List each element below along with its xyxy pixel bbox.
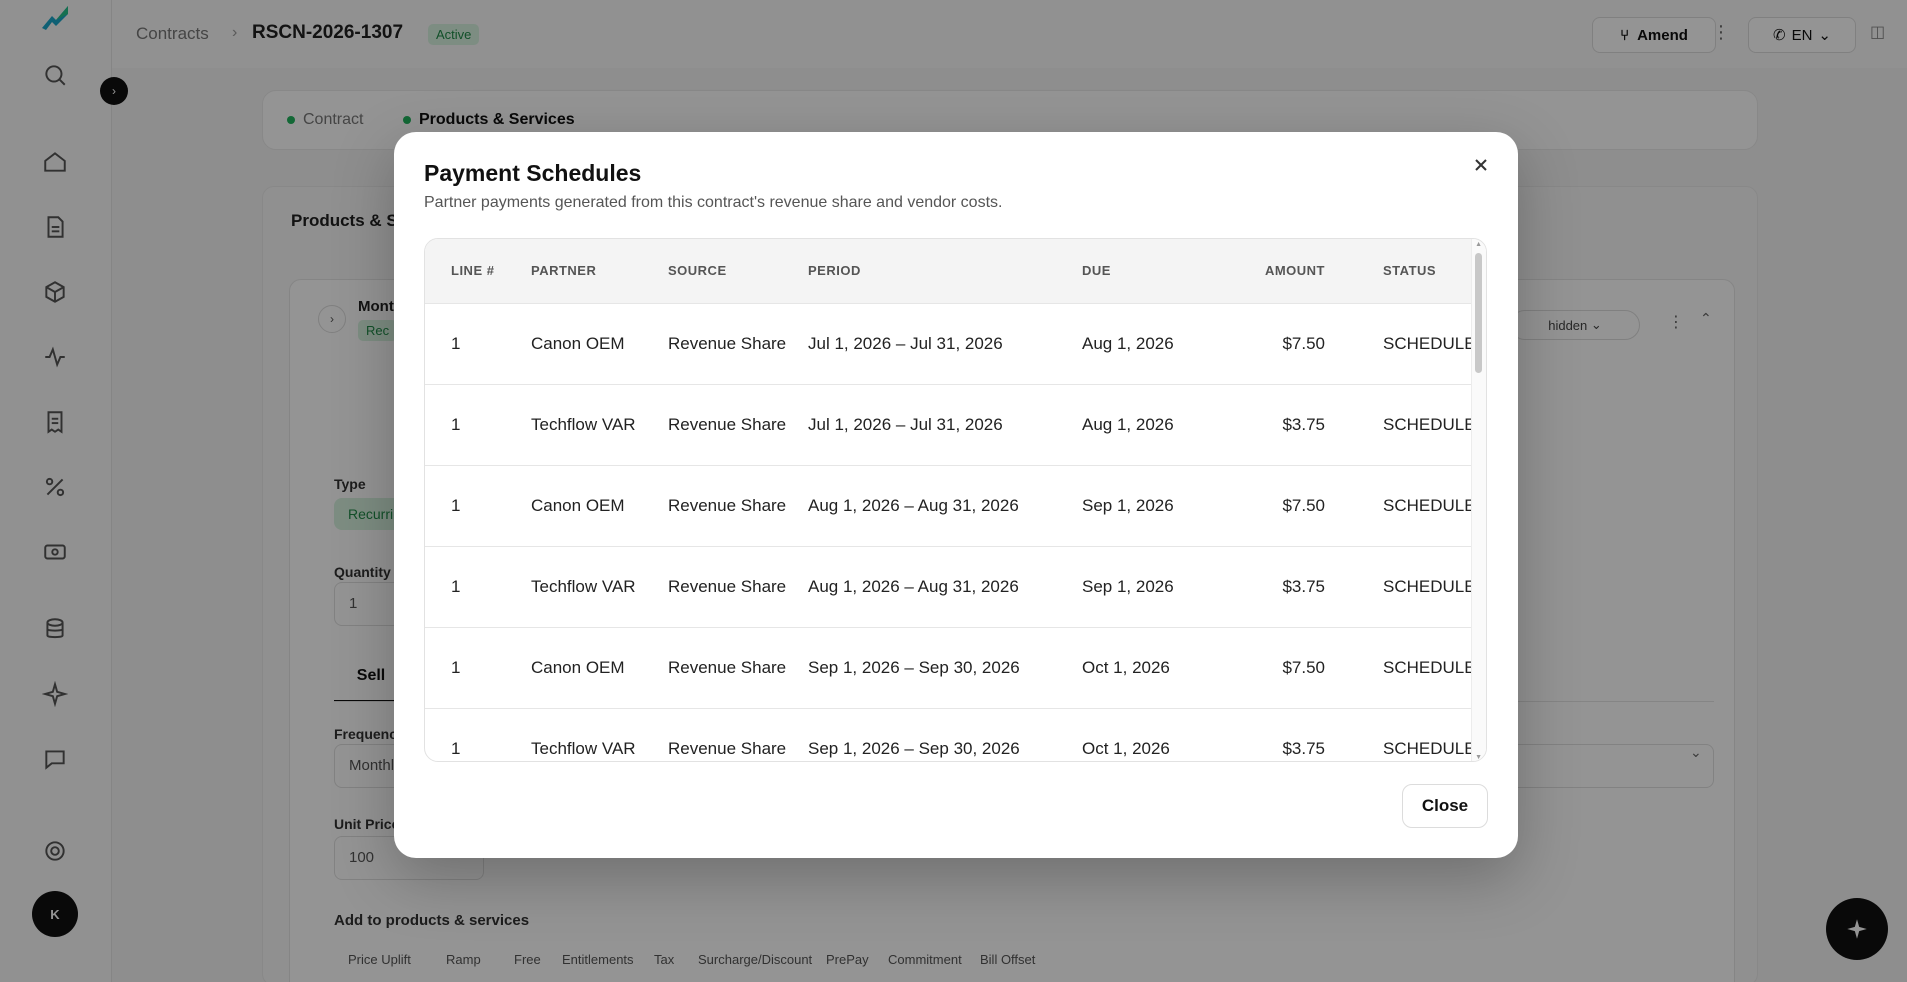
table-header-row: LINE # PARTNER SOURCE PERIOD DUE AMOUNT … (425, 239, 1473, 303)
cell-due: Oct 1, 2026 (1082, 739, 1170, 759)
cell-due: Aug 1, 2026 (1082, 334, 1174, 353)
cell-due: Aug 1, 2026 (1082, 415, 1174, 434)
column-header-partner: PARTNER (531, 263, 597, 279)
cell-due: Sep 1, 2026 (1082, 577, 1174, 596)
cell-period: Sep 1, 2026 – Sep 30, 2026 (808, 658, 1020, 677)
cell-amount: $7.50 (1282, 658, 1325, 677)
cell-period: Jul 1, 2026 – Jul 31, 2026 (808, 334, 1003, 353)
scrollbar-thumb[interactable] (1475, 253, 1482, 373)
table-row: 1 Canon OEM Revenue Share Aug 1, 2026 – … (425, 465, 1473, 546)
cell-period: Aug 1, 2026 – Aug 31, 2026 (808, 577, 1019, 596)
column-header-status: STATUS (1383, 263, 1437, 279)
scroll-down-icon[interactable]: ▼ (1475, 754, 1482, 761)
close-button[interactable]: Close (1402, 784, 1488, 828)
column-header-line: LINE # (451, 263, 495, 279)
scroll-up-icon[interactable]: ▲ (1475, 241, 1482, 248)
cell-line: 1 (451, 334, 461, 353)
cell-source: Revenue Share (668, 334, 787, 353)
cell-status: SCHEDULED (1383, 334, 1473, 353)
table-row: 1 Techflow VAR Revenue Share Sep 1, 2026… (425, 708, 1473, 761)
table-scroll-area[interactable]: LINE # PARTNER SOURCE PERIOD DUE AMOUNT … (425, 239, 1473, 761)
cell-amount: $3.75 (1282, 577, 1325, 596)
cell-partner: Techflow VAR (531, 415, 636, 434)
column-header-source: SOURCE (668, 263, 727, 279)
cell-source: Revenue Share (668, 739, 787, 759)
cell-partner: Canon OEM (531, 496, 625, 515)
modal-subtitle: Partner payments generated from this con… (424, 194, 1003, 211)
close-icon[interactable] (1466, 150, 1496, 180)
cell-period: Aug 1, 2026 – Aug 31, 2026 (808, 496, 1019, 515)
cell-due: Sep 1, 2026 (1082, 496, 1174, 515)
cell-line: 1 (451, 739, 461, 759)
column-header-due: DUE (1082, 263, 1111, 279)
cell-partner: Techflow VAR (531, 577, 636, 596)
cell-status: SCHEDULED (1383, 739, 1473, 759)
cell-line: 1 (451, 577, 461, 596)
cell-amount: $7.50 (1282, 334, 1325, 353)
cell-status: SCHEDULED (1383, 658, 1473, 677)
payment-schedules-table: LINE # PARTNER SOURCE PERIOD DUE AMOUNT … (425, 239, 1473, 761)
modal-title: Payment Schedules (424, 160, 642, 186)
column-header-period: PERIOD (808, 263, 861, 279)
cell-line: 1 (451, 658, 461, 677)
cell-status: SCHEDULED (1383, 496, 1473, 515)
table-row: 1 Techflow VAR Revenue Share Jul 1, 2026… (425, 384, 1473, 465)
cell-source: Revenue Share (668, 496, 787, 515)
cell-status: SCHEDULED (1383, 577, 1473, 596)
cell-period: Sep 1, 2026 – Sep 30, 2026 (808, 739, 1020, 759)
table-row: 1 Canon OEM Revenue Share Sep 1, 2026 – … (425, 627, 1473, 708)
cell-partner: Techflow VAR (531, 739, 636, 759)
payment-schedules-table-container: LINE # PARTNER SOURCE PERIOD DUE AMOUNT … (424, 238, 1487, 762)
cell-source: Revenue Share (668, 577, 787, 596)
cell-amount: $7.50 (1282, 496, 1325, 515)
cell-source: Revenue Share (668, 658, 787, 677)
cell-line: 1 (451, 415, 461, 434)
cell-status: SCHEDULED (1383, 415, 1473, 434)
table-row: 1 Canon OEM Revenue Share Jul 1, 2026 – … (425, 303, 1473, 384)
cell-line: 1 (451, 496, 461, 515)
cell-due: Oct 1, 2026 (1082, 658, 1170, 677)
cell-partner: Canon OEM (531, 334, 625, 353)
payment-schedules-modal: Payment Schedules Partner payments gener… (394, 132, 1518, 858)
table-scrollbar[interactable]: ▲ ▼ (1471, 239, 1486, 761)
cell-amount: $3.75 (1282, 739, 1325, 759)
cell-partner: Canon OEM (531, 658, 625, 677)
cell-amount: $3.75 (1282, 415, 1325, 434)
cell-source: Revenue Share (668, 415, 787, 434)
column-header-amount: AMOUNT (1264, 263, 1325, 279)
table-row: 1 Techflow VAR Revenue Share Aug 1, 2026… (425, 546, 1473, 627)
cell-period: Jul 1, 2026 – Jul 31, 2026 (808, 415, 1003, 434)
